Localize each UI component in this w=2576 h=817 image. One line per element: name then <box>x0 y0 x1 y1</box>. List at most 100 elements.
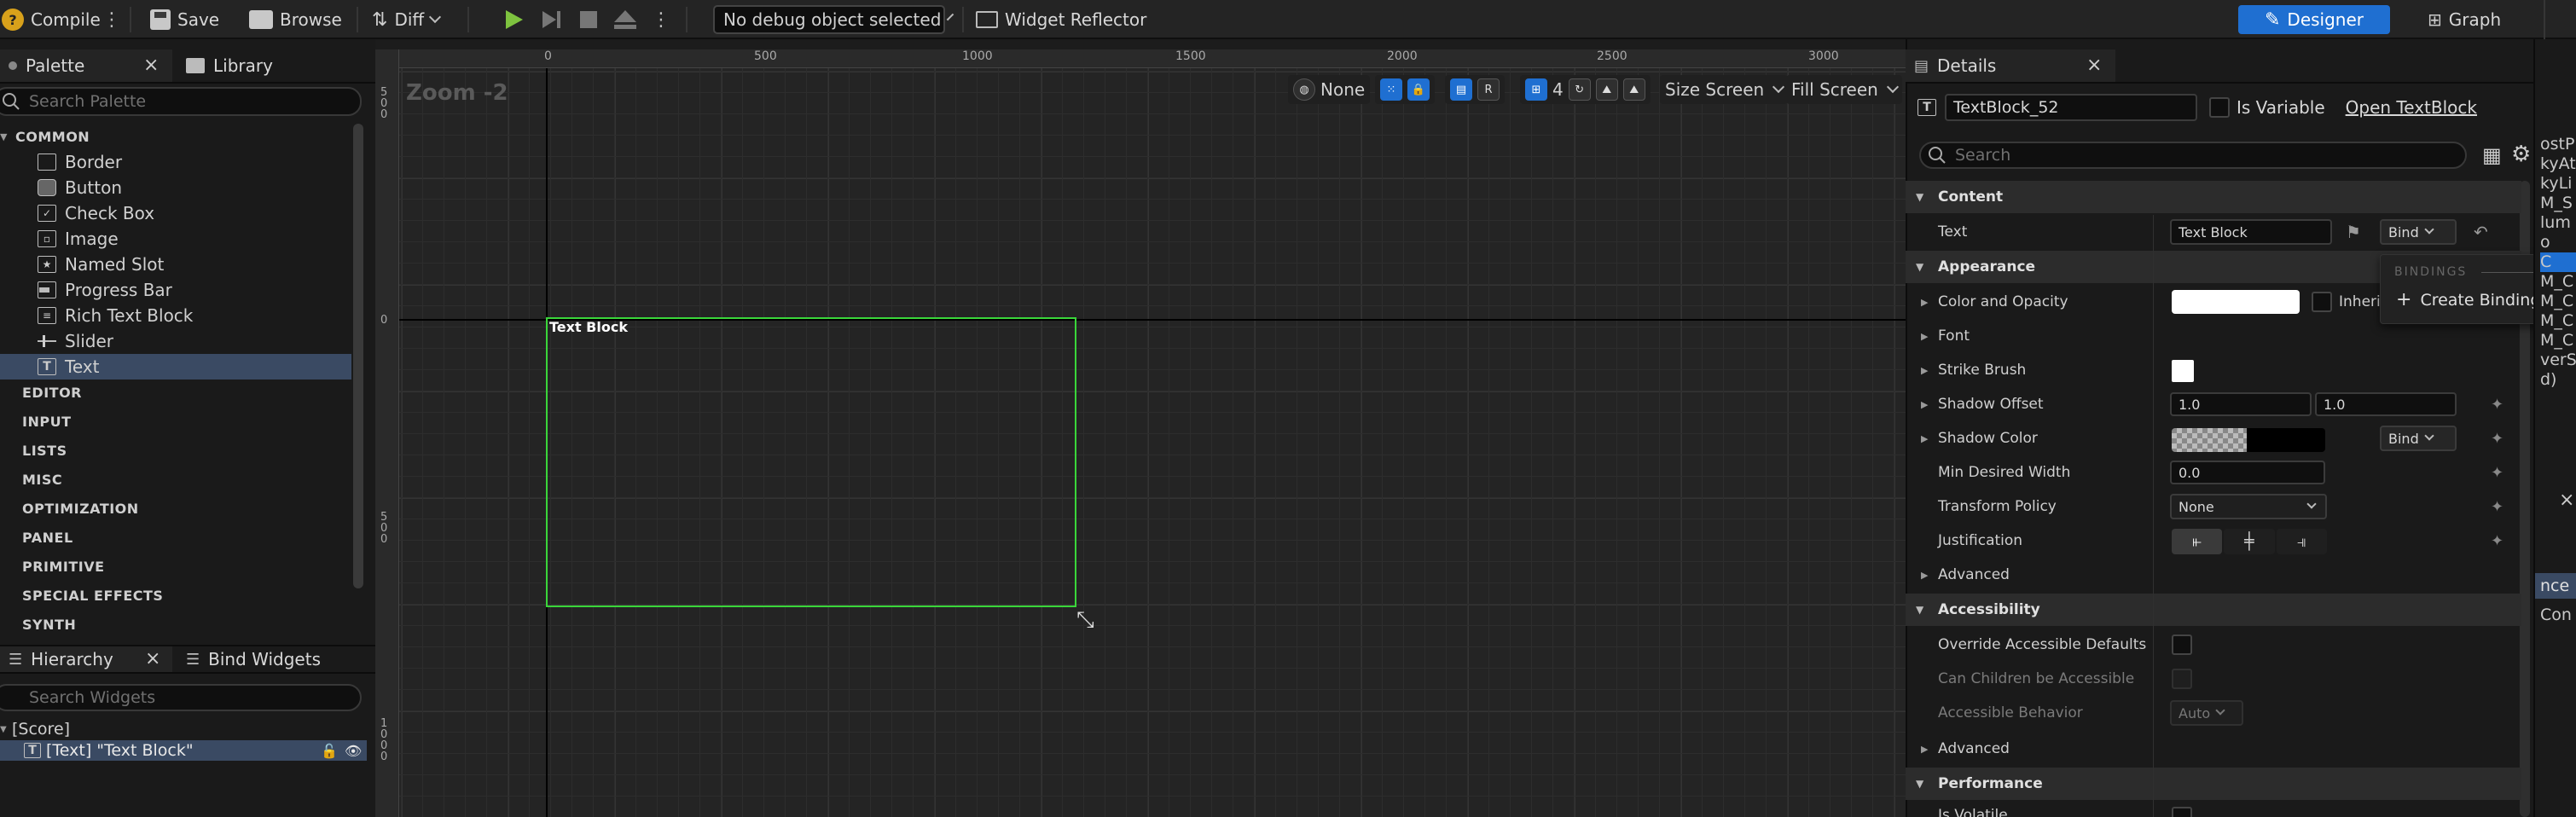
expand-right-icon[interactable]: ▶ <box>1921 570 1928 581</box>
shadow-offset-y-input[interactable]: 1.0 <box>2315 392 2457 416</box>
palette-item-text[interactable]: T Text <box>38 354 99 380</box>
clipped-selected-row[interactable]: nce <box>2535 573 2576 599</box>
shadow-color-swatch[interactable] <box>2172 428 2325 452</box>
respect-locks-button[interactable]: R <box>1477 78 1500 101</box>
visibility-eye-icon[interactable]: 👁 <box>345 743 362 759</box>
inherit-checkbox[interactable] <box>2312 292 2332 312</box>
graph-mode-button[interactable]: ⊞ Graph <box>2428 0 2501 39</box>
property-advanced[interactable]: ▶ Advanced <box>1906 558 2521 592</box>
localize-flag-icon[interactable]: ⚑ <box>2346 222 2361 242</box>
compile-options-icon[interactable]: ⋮ <box>102 0 121 39</box>
color-swatch-white[interactable] <box>2172 290 2300 314</box>
play-button[interactable] <box>502 0 525 39</box>
designer-mode-button[interactable]: ✎ Designer <box>2238 5 2390 34</box>
grid-icon[interactable]: ⊞ <box>1525 78 1547 101</box>
close-details-icon[interactable]: × <box>2086 55 2102 76</box>
compile-button[interactable]: ? Compile <box>2 0 101 39</box>
strike-brush-swatch[interactable] <box>2172 360 2194 382</box>
grid-count[interactable]: 4 <box>1552 79 1564 100</box>
text-bind-button[interactable]: Bind <box>2380 219 2457 245</box>
preview-icon[interactable]: ⛰ <box>1622 78 1645 101</box>
viewport-grid[interactable]: Text Block ⤡ <box>399 68 1906 817</box>
expand-right-icon[interactable]: ▶ <box>1921 399 1928 410</box>
save-button[interactable]: Save <box>150 0 219 39</box>
category-editor[interactable]: EDITOR <box>7 380 82 405</box>
keyframe-icon[interactable]: ✦ <box>2491 430 2503 448</box>
category-special-effects[interactable]: SPECIAL EFFECTS <box>7 582 163 608</box>
keyframe-icon[interactable]: ✦ <box>2491 532 2503 550</box>
play-options-icon[interactable]: ⋮ <box>652 0 670 39</box>
category-primitive[interactable]: PRIMITIVE <box>7 553 105 579</box>
grid-snap-icon[interactable]: ⁙ <box>1380 78 1402 101</box>
align-center-icon[interactable]: ╪ <box>2224 529 2275 554</box>
lock-icon[interactable]: 🔓 <box>321 743 338 759</box>
section-content[interactable]: ▼ Content <box>1906 181 2521 213</box>
expand-right-icon[interactable]: ▶ <box>1921 331 1928 342</box>
dpi-icon[interactable]: ⛰ <box>1595 78 1618 101</box>
transform-policy-select[interactable]: None <box>2170 494 2327 519</box>
text-value-input[interactable]: Text Block <box>2170 219 2332 245</box>
align-right-icon[interactable]: ⫣ <box>2276 529 2327 554</box>
hierarchy-root[interactable]: ▼ [Score] <box>0 718 70 740</box>
palette-item-button[interactable]: Button <box>38 175 122 200</box>
rotate-snap-icon[interactable]: ↻ <box>1568 78 1591 101</box>
keyframe-icon[interactable]: ✦ <box>2491 464 2503 482</box>
expand-right-icon[interactable]: ▶ <box>1921 297 1928 308</box>
keyframe-icon[interactable]: ✦ <box>2491 396 2503 414</box>
min-desired-width-input[interactable]: 0.0 <box>2170 461 2325 484</box>
shadow-color-bind-button[interactable]: Bind <box>2380 426 2457 451</box>
stop-button[interactable] <box>577 0 600 39</box>
lock-icon[interactable]: 🔒 <box>1407 78 1430 101</box>
debug-object-select[interactable]: No debug object selected <box>713 5 954 34</box>
category-optimization[interactable]: OPTIMIZATION <box>7 495 139 521</box>
category-synth[interactable]: SYNTH <box>7 611 76 637</box>
category-common[interactable]: ▼ COMMON <box>0 124 90 149</box>
open-textblock-link[interactable]: Open TextBlock <box>2346 97 2477 118</box>
keyframe-icon[interactable]: ✦ <box>2491 498 2503 516</box>
widget-name-input[interactable]: TextBlock_52 <box>1945 94 2197 121</box>
create-binding-item[interactable]: + Create Binding <box>2396 289 2540 310</box>
palette-item-progress-bar[interactable]: Progress Bar <box>38 277 172 303</box>
text-block-widget[interactable]: Text Block <box>546 317 1076 607</box>
is-variable-checkbox[interactable] <box>2209 97 2230 118</box>
palette-search-input[interactable]: Search Palette <box>0 87 362 116</box>
property-advanced-accessibility[interactable]: ▶ Advanced <box>1906 732 2521 766</box>
details-search-input[interactable]: Search <box>1919 142 2467 169</box>
tab-bind-widgets[interactable]: ☰ Bind Widgets <box>177 646 329 672</box>
size-screen-select[interactable]: Size Screen <box>1660 75 1789 104</box>
category-misc[interactable]: MISC <box>7 466 62 492</box>
is-volatile-checkbox[interactable] <box>2172 807 2192 817</box>
tab-details[interactable]: ▤ Details <box>1906 49 2115 82</box>
browse-button[interactable]: Browse <box>249 0 342 39</box>
palette-item-slider[interactable]: Slider <box>38 328 113 354</box>
hierarchy-row-text-block[interactable]: T [Text] "Text Block" 🔓 👁 <box>0 740 367 761</box>
close-palette-icon[interactable]: × <box>143 55 159 76</box>
tab-library[interactable]: Library <box>177 49 281 82</box>
category-lists[interactable]: LISTS <box>7 437 67 463</box>
step-button[interactable] <box>539 0 563 39</box>
override-accessible-checkbox[interactable] <box>2172 634 2192 655</box>
palette-item-named-slot[interactable]: ★ Named Slot <box>38 252 164 277</box>
localization-preview[interactable]: ◍ None <box>1288 75 1371 104</box>
palette-item-rich-text-block[interactable]: ≡ Rich Text Block <box>38 303 193 328</box>
palette-scrollbar[interactable] <box>353 124 363 588</box>
section-performance[interactable]: ▼ Performance <box>1906 768 2521 800</box>
category-input[interactable]: INPUT <box>7 408 71 434</box>
expand-right-icon[interactable]: ▶ <box>1921 433 1928 444</box>
eject-button[interactable] <box>612 0 638 39</box>
shadow-offset-x-input[interactable]: 1.0 <box>2170 392 2312 416</box>
palette-item-image[interactable]: ▫ Image <box>38 226 119 252</box>
widget-reflector-button[interactable]: Widget Reflector <box>976 0 1146 39</box>
palette-item-border[interactable]: Border <box>38 149 122 175</box>
align-left-icon[interactable]: ⫦ <box>2172 529 2223 554</box>
expand-right-icon[interactable]: ▶ <box>1921 744 1928 755</box>
resize-handle-icon[interactable]: ⤡ <box>1076 607 1094 634</box>
fill-screen-select[interactable]: Fill Screen <box>1786 75 1902 104</box>
table-view-icon[interactable]: ▦ <box>2482 143 2502 167</box>
expand-right-icon[interactable]: ▶ <box>1921 365 1928 376</box>
section-accessibility[interactable]: ▼ Accessibility <box>1906 594 2521 626</box>
diff-button[interactable]: ⇅ Diff <box>372 0 442 39</box>
palette-item-check-box[interactable]: ✓ Check Box <box>38 200 154 226</box>
layout-icon[interactable]: ▤ <box>1450 78 1472 101</box>
category-panel[interactable]: PANEL <box>7 524 73 550</box>
